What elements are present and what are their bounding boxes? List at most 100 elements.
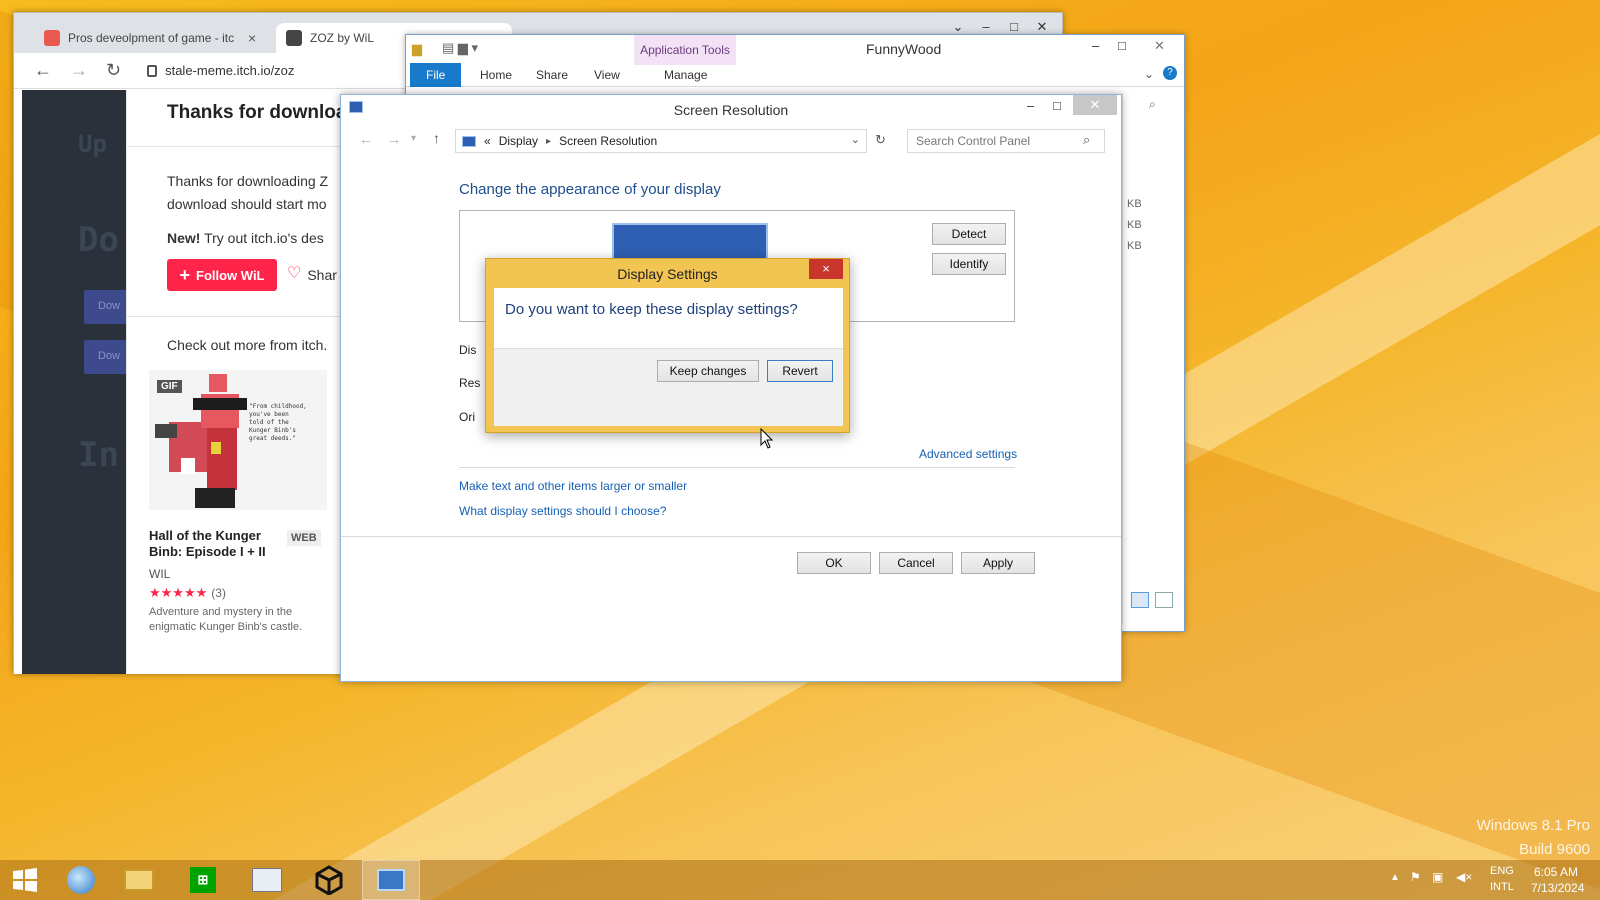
volume-muted-icon[interactable]: ◀× (1456, 870, 1472, 884)
search-icon[interactable]: ⌕ (1083, 132, 1090, 148)
recent-pages-icon[interactable]: ▾ (411, 133, 416, 144)
url-text: stale-meme.itch.io/zoz (165, 63, 295, 78)
large-icons-view-icon[interactable] (1155, 592, 1173, 608)
new-text: Try out itch.io's des (200, 230, 324, 246)
show-hidden-icons[interactable]: ▲ (1390, 872, 1400, 883)
file-list-panel: ⌕ (1122, 93, 1184, 623)
address-bar[interactable]: stale-meme.itch.io/zoz (147, 63, 294, 78)
details-view-icon[interactable] (1131, 592, 1149, 608)
minimize-icon[interactable]: – (1092, 38, 1099, 53)
chevron-right-icon: ▸ (546, 135, 552, 147)
display-help-link[interactable]: What display settings should I choose? (459, 504, 666, 518)
rating-stars: ★★★★★ (3) (149, 585, 226, 601)
image-viewer-icon (252, 868, 282, 892)
unity-taskbar-button[interactable] (300, 860, 358, 900)
maximize-icon[interactable]: □ (1000, 19, 1028, 35)
tab-file[interactable]: File (410, 63, 462, 87)
chevron-down-icon[interactable]: ⌄ (1144, 67, 1154, 81)
ie-browser-icon (67, 866, 95, 894)
clock-time[interactable]: 6:05 AM (1534, 865, 1578, 879)
orientation-label: Ori (459, 410, 475, 424)
dialog-close-button[interactable]: × (809, 259, 843, 279)
tab-label: ZOZ by WiL (310, 31, 375, 45)
game-thumbnail[interactable]: "From childhood, you've been told of the… (149, 370, 327, 510)
close-icon[interactable]: ✕ (1154, 38, 1165, 54)
apply-button[interactable]: Apply (961, 552, 1035, 574)
tab-home[interactable]: Home (480, 63, 512, 87)
file-explorer-taskbar-button[interactable] (110, 860, 168, 900)
ok-button[interactable]: OK (797, 552, 871, 574)
action-center-flag-icon[interactable]: ⚑ (1410, 870, 1421, 884)
close-button[interactable]: ✕ (1073, 95, 1117, 115)
tab-manage[interactable]: Manage (664, 63, 707, 87)
stars-glyphs: ★★★★★ (149, 585, 208, 600)
follow-button[interactable]: + Follow WiL (167, 259, 277, 291)
windows-version-watermark: Windows 8.1 Pro (1476, 817, 1590, 834)
tab-share[interactable]: Share (536, 63, 568, 87)
detect-button[interactable]: Detect (932, 223, 1006, 245)
search-input[interactable]: Search Control Panel (907, 129, 1105, 153)
view-toggle (1131, 592, 1173, 608)
plus-icon: + (179, 265, 191, 285)
file-size: KB (1127, 198, 1142, 210)
control-panel-taskbar-button[interactable] (362, 860, 420, 900)
up-icon[interactable]: ↑ (433, 130, 440, 146)
chevron-down-icon[interactable]: ⌄ (851, 133, 860, 146)
back-icon[interactable]: ← (359, 131, 373, 147)
unity-icon (315, 865, 343, 895)
network-icon[interactable]: ▣ (1432, 870, 1443, 884)
cancel-button[interactable]: Cancel (879, 552, 953, 574)
monitor-1-preview[interactable] (612, 223, 768, 263)
background-heading: In (78, 435, 119, 475)
quick-access-toolbar-icon[interactable]: ▤ ▆ ▾ (442, 40, 478, 56)
forward-icon[interactable]: → (387, 131, 401, 147)
identify-button[interactable]: Identify (932, 253, 1006, 275)
revert-button[interactable]: Revert (767, 360, 833, 382)
tab-pros-development[interactable]: Pros deveolpment of game - itc × (34, 23, 272, 53)
store-taskbar-button[interactable]: ⊞ (174, 860, 232, 900)
minimize-icon[interactable]: – (1027, 98, 1034, 113)
game-title-link[interactable]: Hall of the Kunger Binb: Episode I + II (149, 528, 279, 560)
taskbar: ⊞ ▲ ⚑ ▣ ◀× ENG INTL 6:05 AM 7/13/2024 (0, 860, 1600, 900)
back-icon[interactable]: ← (34, 60, 52, 81)
keep-changes-button[interactable]: Keep changes (657, 360, 759, 382)
help-icon[interactable]: ? (1163, 66, 1177, 80)
maximize-icon[interactable]: □ (1053, 98, 1061, 113)
page-background-panel: Up Do Dow Dow In (22, 90, 134, 674)
window-title: Screen Resolution (673, 102, 789, 118)
thanks-line-1: Thanks for downloading Z (167, 173, 329, 189)
advanced-settings-link[interactable]: Advanced settings (919, 447, 1017, 461)
thanks-line-2: download should start mo (167, 196, 327, 212)
refresh-icon[interactable]: ↻ (875, 132, 886, 148)
game-description: Adventure and mystery in the enigmatic K… (149, 606, 303, 633)
gif-badge: GIF (157, 380, 182, 393)
input-language-bottom[interactable]: INTL (1490, 881, 1514, 893)
input-language-top[interactable]: ENG (1490, 865, 1514, 877)
maximize-icon[interactable]: □ (1118, 38, 1126, 53)
chevron-down-icon[interactable]: ⌄ (944, 19, 972, 35)
svg-text:told of the: told of the (249, 419, 289, 426)
text-size-link[interactable]: Make text and other items larger or smal… (459, 479, 687, 493)
image-viewer-taskbar-button[interactable] (238, 860, 296, 900)
reload-icon[interactable]: ↻ (106, 60, 121, 81)
address-breadcrumb[interactable]: « Display ▸ Screen Resolution ⌄ (455, 129, 867, 153)
forward-icon[interactable]: → (70, 60, 88, 81)
breadcrumb-screen-resolution[interactable]: Screen Resolution (559, 134, 657, 148)
close-icon[interactable]: ✕ (1028, 19, 1056, 35)
share-button[interactable]: ♡ Shar (287, 266, 337, 284)
dialog-footer: Keep changes Revert (494, 348, 843, 426)
breadcrumb-overflow[interactable]: « (484, 134, 491, 148)
minimize-icon[interactable]: – (972, 19, 1000, 35)
clock-date[interactable]: 7/13/2024 (1531, 881, 1584, 895)
ie-browser-taskbar-button[interactable] (52, 860, 110, 900)
game-author-link[interactable]: WIL (149, 567, 170, 581)
start-button[interactable] (0, 860, 50, 900)
window-title: FunnyWood (866, 41, 942, 57)
ribbon-tabs: File Home Share View Manage ⌄ ? (406, 63, 1184, 87)
tab-view[interactable]: View (594, 63, 620, 87)
display-settings-dialog[interactable]: Display Settings × Do you want to keep t… (485, 258, 850, 433)
windows-build-watermark: Build 9600 (1519, 841, 1590, 858)
search-icon[interactable]: ⌕ (1149, 97, 1156, 112)
close-tab-icon[interactable]: × (248, 30, 256, 46)
breadcrumb-display[interactable]: Display (499, 134, 538, 148)
